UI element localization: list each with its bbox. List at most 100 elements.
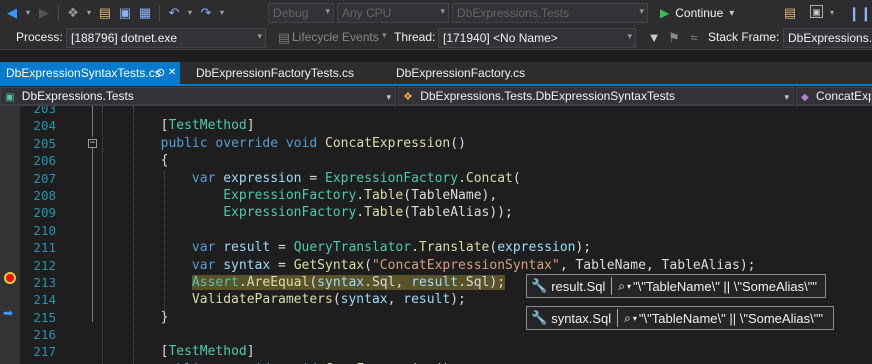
forward-icon[interactable]: ▶ — [36, 5, 52, 21]
code-line: 212 var syntax = GetSyntax("ConcatExpres… — [0, 257, 872, 274]
visualizer-dropdown-icon[interactable]: ▾ — [633, 314, 637, 323]
code-line: 217 [TestMethod] — [0, 343, 872, 360]
code-line: 208 ExpressionFactory.Table(TableName), — [0, 187, 872, 204]
toolbar-separator — [159, 5, 160, 21]
solution-platform-select[interactable]: Any CPU ▾ — [337, 3, 449, 23]
chevron-down-icon: ▾ — [386, 92, 391, 102]
lifecycle-events-icon[interactable]: ▤ — [276, 30, 292, 46]
process-select[interactable]: [188796] dotnet.exe ▾ — [66, 28, 266, 48]
redo-icon[interactable]: ↷ — [198, 5, 214, 21]
save-all-icon[interactable]: ▦ — [137, 5, 153, 21]
wrench-icon: 🔧 — [531, 310, 548, 325]
continue-button[interactable]: ▶ Continue ▾ — [660, 3, 734, 23]
code-text: var expression = ExpressionFactory.Conca… — [191, 170, 521, 186]
startup-project-select[interactable]: DbExpressions.Tests ▾ — [452, 3, 648, 23]
line-number: 212 — [33, 257, 56, 273]
tab-label: DbExpressionFactoryTests.cs — [196, 66, 355, 80]
tab-dbexpressionfactorytests[interactable]: DbExpressionFactoryTests.cs — [190, 62, 360, 84]
code-text: ValidateParameters(syntax, result); — [191, 292, 466, 308]
datatip-expression[interactable]: 🔧 result.Sql — [527, 278, 611, 294]
line-number: 210 — [33, 222, 56, 238]
solution-configuration-select[interactable]: Debug ▾ — [268, 3, 334, 23]
new-dropdown-icon[interactable]: ▾ — [85, 5, 93, 21]
method-icon: ◆ — [801, 92, 809, 103]
chevron-down-icon: ▾ — [440, 6, 445, 16]
stack-frame-label: Stack Frame: — [708, 30, 780, 44]
code-line: 207 var expression = ExpressionFactory.C… — [0, 170, 872, 187]
type-select[interactable]: ❖ DbExpressions.Tests.DbExpressionSyntax… — [398, 87, 794, 105]
undo-icon[interactable]: ↶ — [166, 5, 182, 21]
back-icon[interactable]: ◀ — [4, 5, 20, 21]
solution-configuration-value: Debug — [273, 6, 309, 20]
project-select[interactable]: ▣ DbExpressions.Tests ▾ — [0, 87, 396, 105]
back-dropdown-icon[interactable]: ▾ — [24, 5, 32, 21]
line-number: 205 — [33, 135, 56, 151]
solution-platform-value: Any CPU — [342, 6, 392, 20]
line-number: 211 — [33, 240, 56, 256]
tab-dbexpressionfactory[interactable]: DbExpressionFactory.cs — [390, 62, 531, 84]
code-line: 210 — [0, 222, 872, 239]
member-value: ConcatExp — [816, 89, 872, 103]
line-number: 203 — [33, 106, 56, 116]
datatip-name: result.Sql — [551, 278, 606, 294]
code-text: Assert.AreEqual(syntax.Sql, result.Sql); — [98, 274, 506, 291]
close-tab-icon[interactable]: ✕ — [168, 62, 176, 84]
member-select[interactable]: ◆ ConcatExp — [796, 87, 872, 105]
project-value: DbExpressions.Tests — [21, 89, 134, 103]
line-number: 206 — [33, 153, 56, 169]
code-text: var syntax = GetSyntax("ConcatExpression… — [191, 257, 756, 273]
stack-frame-select[interactable]: DbExpressions.Te — [783, 28, 872, 48]
show-threads-icon[interactable]: ≈ — [686, 30, 702, 46]
line-number: 217 — [33, 344, 56, 360]
filter-icon[interactable]: ▼ — [646, 30, 662, 46]
code-text: } — [98, 309, 169, 325]
code-text: [TestMethod] — [98, 118, 255, 134]
code-text: [TestMethod] — [98, 344, 255, 360]
magnifier-icon[interactable]: ⌕ — [624, 311, 631, 326]
instruction-pointer-icon[interactable]: ➡ — [3, 307, 17, 319]
datatip-expression[interactable]: 🔧 syntax.Sql — [527, 310, 617, 326]
chevron-down-icon: ▾ — [257, 31, 262, 41]
browser-link-icon[interactable]: ▣ — [810, 5, 823, 18]
browser-dropdown-icon[interactable]: ▾ — [828, 5, 836, 21]
flag-thread-icon[interactable]: ⚑ — [666, 30, 682, 46]
datatip-syntax-sql[interactable]: 🔧 syntax.Sql ⌕ ▾ "\"TableName\" || \"Som… — [526, 306, 834, 330]
datatip-value[interactable]: ⌕ ▾ "\"TableName\" || \"SomeAlias\"" — [618, 279, 825, 294]
thread-select[interactable]: [171940] <No Name> ▾ — [438, 28, 636, 48]
breakpoint-icon[interactable] — [4, 272, 16, 284]
code-editor[interactable]: 203 204 [TestMethod] 205 − public overrid… — [0, 106, 872, 364]
magnifier-icon[interactable]: ⌕ — [618, 279, 625, 294]
undo-dropdown-icon[interactable]: ▾ — [186, 5, 194, 21]
hot-reload-icon[interactable]: ▤ — [782, 5, 798, 21]
continue-caret-icon[interactable]: ▾ — [729, 8, 734, 19]
save-icon[interactable]: ▣ — [117, 5, 133, 21]
datatip-divider — [617, 309, 619, 327]
chevron-down-icon: ▾ — [784, 92, 789, 102]
collapse-icon[interactable]: − — [88, 138, 97, 148]
pause-icon[interactable]: ❙❙ — [848, 5, 871, 21]
toolbar-separator — [58, 5, 59, 21]
code-text: public override void ConcatExpression() — [160, 135, 466, 151]
stack-frame-value: DbExpressions.Te — [788, 31, 872, 45]
lifecycle-events-button[interactable]: Lifecycle Events — [292, 30, 379, 44]
new-project-icon[interactable]: ❖ — [65, 5, 81, 21]
redo-dropdown-icon[interactable]: ▾ — [218, 5, 226, 21]
pin-tab-icon[interactable]: ⊙ — [156, 62, 165, 84]
type-value: DbExpressions.Tests.DbExpressionSyntaxTe… — [420, 89, 675, 103]
datatip-result-sql[interactable]: 🔧 result.Sql ⌕ ▾ "\"TableName\" || \"Som… — [526, 274, 826, 298]
lifecycle-dropdown-icon[interactable]: ▾ — [382, 30, 387, 41]
open-folder-icon[interactable]: ▤ — [97, 5, 113, 21]
code-line: 203 — [0, 106, 872, 117]
line-number: 204 — [33, 118, 56, 134]
visualizer-dropdown-icon[interactable]: ▾ — [627, 282, 631, 291]
datatip-value-text: "\"TableName\" || \"SomeAlias\"" — [632, 278, 817, 294]
tab-dbexpressionsyntaxtests[interactable]: DbExpressionSyntaxTests.cs ⊙ ✕ — [0, 62, 180, 84]
chevron-down-icon: ▾ — [639, 6, 644, 16]
datatip-divider — [611, 277, 613, 295]
startup-project-value: DbExpressions.Tests — [457, 6, 570, 20]
line-number: 213 — [33, 274, 56, 290]
code-line: 209 ExpressionFactory.Table(TableAlias))… — [0, 204, 872, 221]
datatip-value[interactable]: ⌕ ▾ "\"TableName\" || \"SomeAlias\"" — [624, 311, 831, 326]
process-value: [188796] dotnet.exe — [71, 31, 178, 45]
class-icon: ❖ — [403, 91, 413, 103]
